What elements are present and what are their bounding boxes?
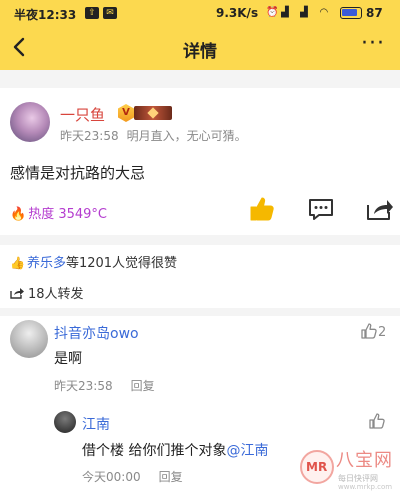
- author-avatar[interactable]: [10, 102, 50, 142]
- heat-indicator: 🔥 热度 3549°C: [10, 203, 107, 222]
- reply-reply-button[interactable]: 回复: [159, 470, 183, 484]
- comment-button[interactable]: [306, 195, 336, 223]
- post-time: 昨天23:58: [60, 129, 119, 143]
- reply-mention-link[interactable]: @江南: [226, 443, 268, 459]
- reply-like-button[interactable]: [368, 412, 386, 434]
- wifi-icon: ◠: [320, 7, 328, 18]
- chevron-left-icon: [13, 37, 25, 57]
- message-notification-icon: ✉: [103, 7, 117, 19]
- share-icon: [367, 200, 393, 220]
- reply-text-body: 借个楼 给你们推个对象: [82, 443, 227, 459]
- thumb-up-small-icon: 👍: [10, 256, 25, 270]
- comment-icon: [309, 199, 333, 220]
- watermark-logo: 八宝网 每日快评网 www.mrkp.com: [300, 446, 400, 492]
- likes-text: 等1201人觉得很赞: [65, 256, 178, 271]
- more-options-button[interactable]: ···: [358, 32, 388, 62]
- section-divider: [0, 308, 400, 316]
- thumb-up-icon: [250, 197, 274, 221]
- battery-icon: [340, 7, 362, 19]
- vip-badge-icon: V: [118, 104, 134, 122]
- nav-bar: 详情 ···: [0, 26, 400, 70]
- post-author-name[interactable]: 一只鱼: [60, 104, 105, 125]
- reply-time: 今天00:00: [82, 470, 141, 484]
- watermark-url: www.mrkp.com: [338, 483, 393, 491]
- commenter-name[interactable]: 抖音亦岛owo: [54, 323, 139, 343]
- heat-value: 热度 3549°C: [28, 207, 107, 222]
- liker-name[interactable]: 养乐多: [27, 256, 66, 271]
- replier-name[interactable]: 江南: [82, 414, 110, 434]
- watermark-brand: 八宝网: [336, 450, 393, 471]
- sim-signal-2-icon: ▟: [300, 7, 308, 18]
- comment-reply-button[interactable]: 回复: [131, 379, 155, 393]
- reply-text: 借个楼 给你们推个对象@江南: [82, 440, 268, 460]
- app-notification-icon: ⇧: [85, 7, 99, 19]
- net-speed: 9.3K/s: [216, 6, 259, 20]
- commenter-avatar[interactable]: [10, 320, 48, 358]
- author-signature: 明月直入，无心可猜。: [126, 129, 247, 143]
- repost-summary[interactable]: 18人转发: [10, 283, 84, 302]
- share-button[interactable]: [364, 195, 394, 223]
- sim-signal-icon: ▟: [281, 7, 289, 18]
- watermark-emblem-icon: [300, 450, 334, 484]
- page-title: 详情: [183, 42, 217, 62]
- status-bar: 半夜12:33 ⇧ ✉ 9.3K/s ⏰ ▟ ▟ ◠ 87: [0, 0, 400, 26]
- fire-icon: 🔥: [10, 207, 27, 222]
- rank-badge-icon: [134, 106, 172, 120]
- reply-meta: 今天00:00 回复: [82, 468, 183, 485]
- battery-level: [342, 9, 357, 16]
- repost-icon: [10, 288, 24, 299]
- thumb-up-outline-icon: [369, 413, 385, 429]
- section-divider: [0, 235, 400, 245]
- post-content: 感情是对抗路的大忌: [10, 164, 146, 182]
- back-button[interactable]: [6, 32, 36, 62]
- replier-avatar[interactable]: [54, 411, 76, 433]
- status-time: 半夜12:33: [14, 8, 77, 22]
- alarm-icon: ⏰: [266, 7, 279, 18]
- likes-summary[interactable]: 👍 养乐多等1201人觉得很赞: [10, 252, 177, 271]
- comment-like-count: 2: [378, 325, 387, 340]
- comment-meta: 昨天23:58 回复: [54, 377, 155, 394]
- repost-count: 18人转发: [28, 287, 84, 302]
- comment-text: 是啊: [54, 351, 82, 367]
- section-divider: [0, 70, 400, 88]
- thumb-up-outline-icon: [361, 323, 377, 339]
- comment-time: 昨天23:58: [54, 379, 113, 393]
- post-meta: 昨天23:58 明月直入，无心可猜。: [60, 127, 247, 144]
- battery-percent: 87: [366, 6, 383, 20]
- comment-like-button[interactable]: 2: [360, 322, 386, 340]
- like-button[interactable]: [247, 195, 277, 223]
